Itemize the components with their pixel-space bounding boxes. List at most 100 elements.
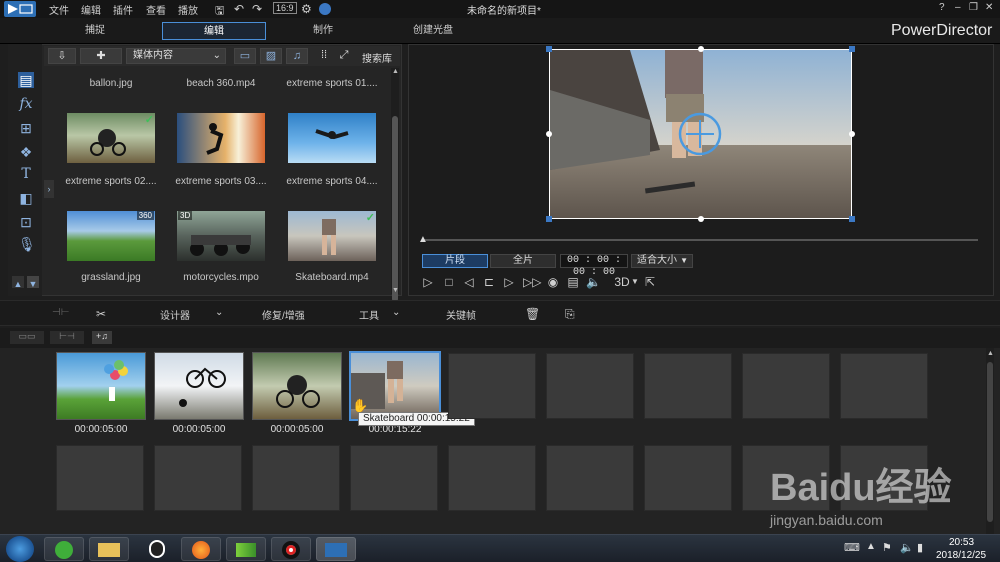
- clock-date[interactable]: 2018/12/25: [936, 550, 986, 561]
- scroll-up-arrow-icon[interactable]: ▲: [392, 68, 399, 75]
- tray-volume-icon[interactable]: 🔈: [900, 541, 914, 554]
- delete-trash-icon[interactable]: 🗑: [525, 307, 540, 321]
- scroll-up-arrow-icon[interactable]: ▲: [987, 350, 994, 357]
- image-filter-icon[interactable]: ▨: [260, 48, 282, 64]
- grid-view-icon[interactable]: ⁞⁞: [316, 48, 332, 64]
- settings-icon[interactable]: ⚙: [301, 2, 312, 16]
- storyboard-scrollbar[interactable]: ▲: [986, 348, 994, 534]
- play-icon[interactable]: ▷: [421, 275, 435, 289]
- edit-more-icon[interactable]: ⎘: [565, 307, 575, 322]
- designer-dropdown-icon[interactable]: ⌄: [215, 307, 223, 318]
- empty-storyboard-slot[interactable]: [56, 445, 144, 511]
- clip-mode-tab[interactable]: 片段: [422, 254, 488, 268]
- empty-storyboard-slot[interactable]: [154, 445, 242, 511]
- tools-button[interactable]: 工具: [359, 307, 379, 322]
- next-frame-icon[interactable]: ▷: [502, 275, 516, 289]
- resize-handle[interactable]: [698, 46, 704, 52]
- tray-keyboard-icon[interactable]: ⌨: [844, 541, 860, 554]
- restore-button[interactable]: ❐: [969, 2, 978, 13]
- designer-button[interactable]: 设计器: [160, 307, 190, 322]
- transition-room-icon[interactable]: ◧: [18, 190, 34, 206]
- cut-scissors-icon[interactable]: ✂: [96, 307, 106, 321]
- empty-storyboard-slot[interactable]: [742, 353, 830, 419]
- preview-video-frame[interactable]: [549, 49, 852, 219]
- scroll-thumb[interactable]: [987, 362, 993, 522]
- tab-create-disc[interactable]: 创建光盘: [398, 22, 468, 40]
- tray-show-hidden-icon[interactable]: ▲: [866, 541, 876, 552]
- storyboard-clip[interactable]: [154, 352, 244, 420]
- 3d-dropdown-icon[interactable]: ▼: [628, 275, 642, 289]
- audio-filter-icon[interactable]: ♫: [286, 48, 308, 64]
- taskbar-app-firefox-icon[interactable]: [181, 537, 221, 561]
- storyboard-view-icon[interactable]: ⊢⊣: [50, 331, 84, 344]
- content-dropdown[interactable]: 媒体内容 ⌄: [126, 48, 226, 64]
- empty-storyboard-slot[interactable]: [252, 445, 340, 511]
- empty-storyboard-slot[interactable]: [448, 353, 536, 419]
- subtitle-room-icon[interactable]: ⊡: [18, 214, 34, 230]
- close-button[interactable]: ✕: [985, 2, 993, 13]
- scroll-up-icon[interactable]: ▲: [12, 276, 24, 289]
- empty-storyboard-slot[interactable]: [644, 353, 732, 419]
- search-library-link[interactable]: 搜索库: [362, 50, 392, 65]
- scroll-down-arrow-icon[interactable]: ▼: [392, 287, 399, 294]
- help-button[interactable]: ?: [939, 2, 945, 13]
- menu-plugins[interactable]: 插件: [113, 2, 133, 17]
- resize-handle[interactable]: [698, 216, 704, 222]
- minimize-button[interactable]: –: [955, 2, 961, 13]
- storyboard-clip[interactable]: [252, 352, 342, 420]
- title-room-icon[interactable]: T: [18, 166, 34, 182]
- resize-handle[interactable]: [546, 46, 552, 52]
- snapshot-icon[interactable]: ◉: [546, 275, 560, 289]
- start-button-icon[interactable]: [6, 536, 34, 562]
- add-music-icon[interactable]: +♫: [92, 331, 112, 344]
- library-thumb-extreme-sports-03[interactable]: [177, 113, 265, 163]
- tray-network-icon[interactable]: ▮: [917, 541, 923, 554]
- playhead-marker-icon[interactable]: ▲: [418, 234, 428, 245]
- library-thumb-grassland[interactable]: 360: [67, 211, 155, 261]
- scroll-thumb[interactable]: [392, 116, 398, 302]
- tab-produce[interactable]: 制作: [288, 22, 358, 40]
- undo-icon[interactable]: ↶: [234, 2, 244, 16]
- tab-edit[interactable]: 编辑: [162, 22, 266, 40]
- account-icon[interactable]: [319, 3, 331, 15]
- subtitle-icon[interactable]: ▤: [566, 275, 580, 289]
- previous-frame-icon[interactable]: ◁: [462, 275, 476, 289]
- library-thumb-extreme-sports-04[interactable]: [288, 113, 376, 163]
- empty-storyboard-slot[interactable]: [840, 353, 928, 419]
- taskbar-app-qq-icon[interactable]: [137, 537, 177, 561]
- library-scrollbar[interactable]: ▲ ▼: [391, 68, 399, 302]
- empty-storyboard-slot[interactable]: [448, 445, 536, 511]
- resize-handle[interactable]: [546, 131, 552, 137]
- video-filter-icon[interactable]: ▭: [234, 48, 256, 64]
- app-logo-icon[interactable]: [4, 1, 36, 17]
- resize-handle[interactable]: [849, 46, 855, 52]
- resize-handle[interactable]: [849, 216, 855, 222]
- menu-edit[interactable]: 编辑: [81, 2, 101, 17]
- undock-preview-icon[interactable]: ⇱: [643, 275, 657, 289]
- expand-icon[interactable]: ⤢: [336, 48, 352, 64]
- empty-storyboard-slot[interactable]: [644, 445, 732, 511]
- taskbar-app-recorder-icon[interactable]: [271, 537, 311, 561]
- resize-handle[interactable]: [849, 131, 855, 137]
- empty-storyboard-slot[interactable]: [546, 445, 634, 511]
- timeline-view-icon[interactable]: ▭▭: [10, 331, 44, 344]
- taskbar-app-explorer-icon[interactable]: [89, 537, 129, 561]
- tab-capture[interactable]: 捕捉: [60, 22, 130, 40]
- library-thumb-extreme-sports-02[interactable]: ✓: [67, 113, 155, 163]
- library-thumb-motorcycles[interactable]: 3D: [177, 211, 265, 261]
- redo-icon[interactable]: ↷: [252, 2, 262, 16]
- aspect-ratio-icon[interactable]: 16:9: [273, 2, 297, 14]
- fast-forward-icon[interactable]: ▷▷: [523, 275, 541, 289]
- scroll-down-icon[interactable]: ▼: [27, 276, 39, 289]
- menu-file[interactable]: 文件: [49, 2, 69, 17]
- taskbar-app-video-icon[interactable]: [226, 537, 266, 561]
- menu-play[interactable]: 播放: [178, 2, 198, 17]
- taskbar-app-360-icon[interactable]: [44, 537, 84, 561]
- stop-icon[interactable]: □: [442, 275, 456, 289]
- voice-record-icon[interactable]: 🎙: [18, 236, 36, 252]
- clock-time[interactable]: 20:53: [949, 537, 974, 548]
- library-thumb-skateboard[interactable]: ✓: [288, 211, 376, 261]
- fx-room-icon[interactable]: fx: [18, 96, 34, 112]
- volume-icon[interactable]: 🔈: [586, 275, 601, 289]
- particle-room-icon[interactable]: ❖: [18, 144, 34, 160]
